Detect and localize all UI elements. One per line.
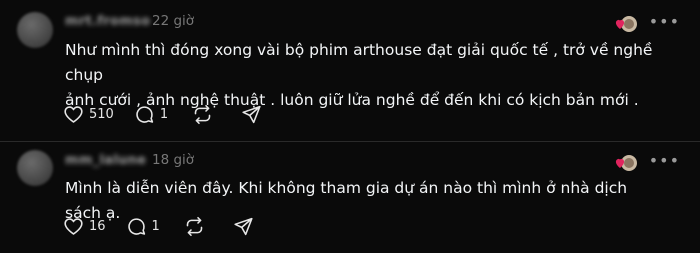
share-button[interactable] bbox=[233, 216, 254, 237]
more-icon[interactable]: ••• bbox=[649, 153, 680, 169]
username[interactable]: mrt.fromso bbox=[65, 14, 150, 29]
timestamp: 18 giờ bbox=[152, 152, 195, 168]
repost-icon bbox=[186, 216, 203, 236]
liked-by-author-badge bbox=[615, 16, 637, 32]
avatar[interactable] bbox=[17, 12, 53, 48]
like-button[interactable]: 510 bbox=[63, 104, 114, 125]
send-icon bbox=[242, 105, 261, 123]
liked-by-author-badge bbox=[615, 155, 637, 171]
heart-icon bbox=[64, 217, 83, 235]
comment-2: mm_lalune 18 giờ ••• Mình là diễn viên đ… bbox=[0, 142, 700, 253]
repost-button[interactable] bbox=[184, 216, 205, 237]
username[interactable]: mm_lalune bbox=[65, 153, 146, 168]
like-count: 16 bbox=[89, 218, 106, 234]
comment-text-line: Như mình thì đóng xong vài bộ phim artho… bbox=[65, 41, 653, 84]
comment-icon bbox=[127, 217, 145, 235]
reply-count: 1 bbox=[159, 106, 169, 122]
like-count: 510 bbox=[89, 106, 114, 122]
repost-icon bbox=[194, 104, 211, 124]
comment-icon bbox=[136, 105, 153, 123]
reply-button[interactable]: 1 bbox=[134, 104, 168, 125]
timestamp: 22 giờ bbox=[152, 13, 195, 29]
repost-button[interactable] bbox=[192, 104, 213, 125]
comment-actions: 16 1 bbox=[63, 214, 274, 238]
reply-button[interactable]: 1 bbox=[126, 216, 160, 237]
reply-count: 1 bbox=[151, 218, 160, 234]
more-icon[interactable]: ••• bbox=[649, 14, 680, 30]
share-button[interactable] bbox=[241, 104, 262, 125]
avatar[interactable] bbox=[17, 150, 53, 186]
like-button[interactable]: 16 bbox=[63, 216, 106, 237]
heart-icon bbox=[64, 105, 83, 123]
send-icon bbox=[234, 217, 253, 235]
comment-1: mrt.fromso 22 giờ ••• Như mình thì đóng … bbox=[0, 0, 700, 140]
comment-actions: 510 1 bbox=[63, 102, 282, 126]
